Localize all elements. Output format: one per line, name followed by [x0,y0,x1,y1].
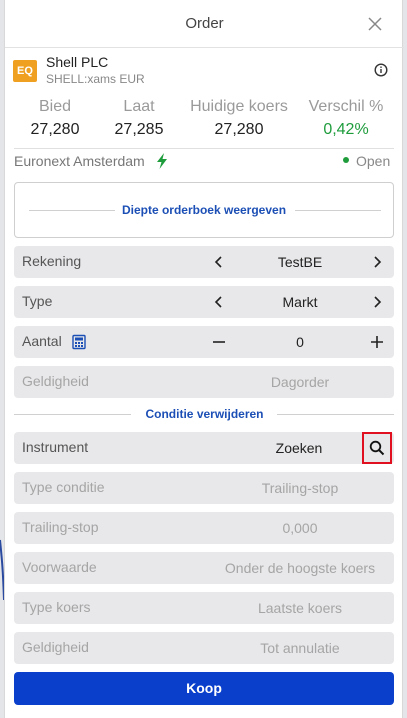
ask-value: 27,285 [114,121,164,138]
validity-label: Geldigheid [22,373,89,389]
account-label: Rekening [22,253,82,269]
condition-validity-label: Geldigheid [22,639,89,655]
condition-type-value: Trailing-stop [261,480,339,496]
price-type-value: Laatste koers [257,600,343,616]
validity-value: Dagorder [270,374,330,390]
market-status: Open [343,153,390,169]
status-dot-icon [343,157,349,164]
chevron-right-icon[interactable] [370,254,384,270]
quantity-label: Aantal [22,333,62,349]
dialog-header: Order [5,0,404,48]
trailing-stop-label: Trailing-stop [22,519,99,535]
quote-last: Huidige koers 27,280 [179,98,299,139]
account-field: Rekening TestBE [14,246,394,278]
minus-icon[interactable] [212,334,226,350]
chevron-left-icon[interactable] [212,294,226,310]
plus-icon[interactable] [370,334,384,350]
remove-condition-link[interactable]: Conditie verwijderen [5,407,404,421]
diff-label: Verschil % [308,98,384,115]
condition-type-field[interactable]: Type conditie Trailing-stop [14,472,394,504]
condition-instrument-value[interactable]: Zoeken [244,440,354,456]
chevron-left-icon[interactable] [212,254,226,270]
last-label: Huidige koers [190,98,288,115]
order-type-label: Type [22,293,53,309]
quote-ask: Laat 27,285 [89,98,189,139]
quantity-input[interactable]: 0 [240,334,360,350]
prerequisite-value: Onder de hoogste koers [224,560,376,576]
orderbook-depth-label: Diepte orderboek weergeven [121,203,287,217]
order-dialog: Order EQ Shell PLC SHELL:xams EUR Bied 2… [4,0,404,718]
order-type-value: Markt [282,294,318,310]
ask-label: Laat [123,98,155,115]
trailing-stop-value: 0,000 [282,520,318,536]
price-type-field[interactable]: Type koers Laatste koers [14,592,394,624]
search-button[interactable] [362,432,392,464]
condition-instrument-field: Instrument Zoeken [14,432,394,464]
instrument-type-badge: EQ [13,60,37,82]
condition-validity-field[interactable]: Geldigheid Tot annulatie [14,632,394,664]
prerequisite-field[interactable]: Voorwaarde Onder de hoogste koers [14,552,394,584]
instrument-name: Shell PLC [46,54,109,70]
quantity-stepper: Aantal 0 [14,326,394,358]
chevron-right-icon[interactable] [370,294,384,310]
buy-button[interactable]: Koop [14,672,394,705]
price-type-label: Type koers [22,599,91,615]
orderbook-depth-button[interactable]: Diepte orderboek weergeven [14,182,394,238]
condition-type-label: Type conditie [22,479,105,495]
dialog-title: Order [185,15,224,32]
search-icon [369,440,385,456]
market-name: Euronext Amsterdam [14,153,145,169]
validity-field[interactable]: Geldigheid Dagorder [14,366,394,398]
market-status-label: Open [356,153,391,169]
quote-diff: Verschil % 0,42% [296,98,396,139]
last-value: 27,280 [214,121,264,138]
prerequisite-label: Voorwaarde [22,559,97,575]
calculator-icon[interactable] [72,334,86,350]
instrument-symbol: SHELL:xams EUR [46,72,145,86]
diff-value: 0,42% [323,121,369,138]
info-icon[interactable] [374,63,388,77]
account-value: TestBE [277,254,323,270]
divider [14,148,394,149]
trailing-stop-field[interactable]: Trailing-stop 0,000 [14,512,394,544]
order-type-field: Type Markt [14,286,394,318]
close-icon[interactable] [367,16,383,32]
lightning-icon [157,153,167,169]
condition-instrument-label: Instrument [22,439,89,455]
condition-validity-value: Tot annulatie [260,640,340,656]
